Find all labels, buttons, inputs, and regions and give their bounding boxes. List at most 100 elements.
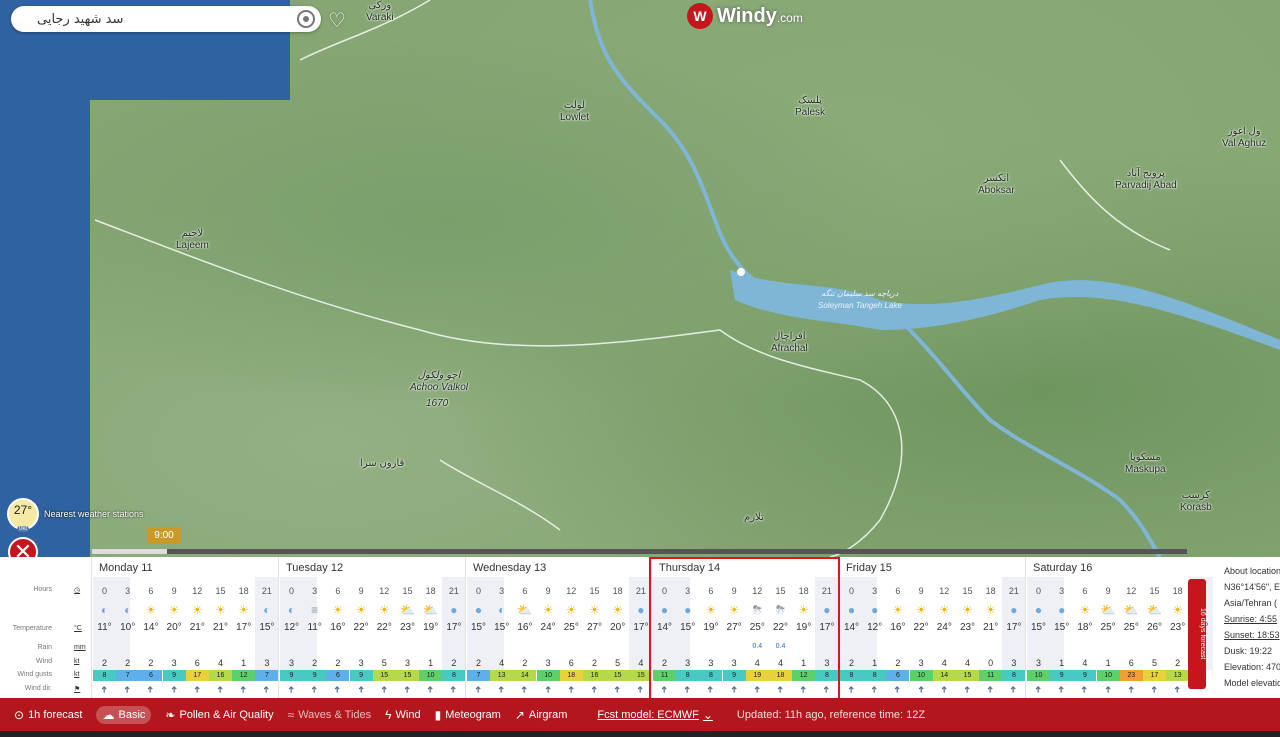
wind-cell: 3 <box>171 658 177 668</box>
search-box[interactable] <box>11 6 321 32</box>
waves-tab[interactable]: ≈ Waves & Tides <box>288 708 372 722</box>
wind-cell: 4 <box>754 658 760 668</box>
hour-cell: 21 <box>1008 586 1019 596</box>
wind-cell: 6 <box>1128 658 1134 668</box>
day-header[interactable]: Tuesday 12 <box>286 562 343 574</box>
rain-cell: 0.4 <box>752 643 763 650</box>
hour-cell: 6 <box>335 586 341 596</box>
wind-cell: 2 <box>451 658 457 668</box>
peak-label: اچو ولکول Achoo Valkol <box>410 370 468 393</box>
rain-cell: 0.4 <box>775 643 786 650</box>
temperature-cell: 22° <box>913 622 929 633</box>
wind-icon: ϟ <box>385 707 392 722</box>
about-title[interactable]: About location <box>1224 563 1280 579</box>
wind-cell: 3 <box>264 658 270 668</box>
hour-cell: 18 <box>238 586 249 596</box>
moon-cloud-icon: ◐ <box>498 603 506 617</box>
wind-cell: 2 <box>661 658 667 668</box>
forecast-table: Hours ◷ Temperature °C Rain mm Wind kt Wind … <box>0 557 1280 698</box>
temperature-cell: 27° <box>726 622 742 633</box>
about-coords: N36°14'56", E <box>1224 582 1280 592</box>
storm-icon: ⛈ <box>775 603 786 617</box>
temperature-cell: 27° <box>586 622 603 633</box>
chevron-down-icon: ⌄ <box>702 707 713 722</box>
about-model-elevation: Model elevation <box>1224 678 1280 688</box>
wind-cell: 4 <box>941 658 947 668</box>
day-header[interactable]: Monday 11 <box>99 562 153 574</box>
hour-cell: 9 <box>545 586 551 596</box>
nearest-stations-link[interactable]: Nearest weather stations <box>44 509 144 519</box>
locate-icon[interactable] <box>297 10 315 28</box>
sun-icon: ☀ <box>191 603 203 617</box>
hour-cell: 18 <box>985 586 996 596</box>
wind-cell: 2 <box>101 658 107 668</box>
temperature-cell: 14° <box>656 622 673 633</box>
sun-icon: ☀ <box>1172 603 1184 617</box>
forecast-model-dropdown[interactable]: Fcst model: ECMWF ⌄ <box>597 708 717 722</box>
sun-cloud-icon: ⛅ <box>1123 603 1139 617</box>
day-header[interactable]: Saturday 16 <box>1033 562 1092 574</box>
meteogram-tab[interactable]: ▮ Meteogram <box>435 708 501 722</box>
timeline-time-badge[interactable]: 9:00 <box>147 527 181 544</box>
hour-cell: 12 <box>379 586 390 596</box>
hour-cell: 12 <box>566 586 577 596</box>
wind-cell: 4 <box>964 658 970 668</box>
sun-icon: ☀ <box>332 603 344 617</box>
wind-cell: 4 <box>1082 658 1088 668</box>
day-separator <box>278 557 279 698</box>
temperature-cell: 19° <box>703 622 719 633</box>
hour-cell: 18 <box>425 586 436 596</box>
hour-cell: 12 <box>752 586 763 596</box>
day-header[interactable]: Friday 15 <box>846 562 892 574</box>
temperature-cell: 23° <box>399 622 416 633</box>
hour-cell: 12 <box>192 586 203 596</box>
hour-cell: 6 <box>148 586 154 596</box>
sun-icon: ☀ <box>238 603 250 617</box>
16-days-forecast-button[interactable]: 16 days forecast <box>1188 579 1206 689</box>
favorite-heart-icon[interactable]: ♡ <box>328 8 346 33</box>
airgram-tab[interactable]: ↗ Airgram <box>515 708 568 722</box>
timeline-slider[interactable] <box>92 549 1187 554</box>
hour-cell: 18 <box>612 586 623 596</box>
temperature-cell: 16° <box>890 622 906 633</box>
wind-cell: 3 <box>1011 658 1017 668</box>
sun-icon: ☀ <box>355 603 367 617</box>
temperature-cell: 22° <box>376 622 392 633</box>
hour-cell: 3 <box>1059 586 1065 596</box>
day-header[interactable]: Wednesday 13 <box>473 562 546 574</box>
wind-cell: 1 <box>1105 658 1111 668</box>
search-input[interactable] <box>11 6 281 32</box>
wind-cell: 3 <box>731 658 737 668</box>
basic-tab[interactable]: ☁ Basic <box>96 705 152 724</box>
toggle-icon: ⊙ <box>14 707 25 722</box>
temperature-bubble[interactable]: 27° 0kt <box>7 498 39 532</box>
hour-cell: 9 <box>1105 586 1111 596</box>
temperature-cell: 10° <box>120 622 136 633</box>
place-label: ورکی Varaki <box>366 0 394 23</box>
moon-icon: ● <box>847 603 856 617</box>
pollen-tab[interactable]: ❧ Pollen & Air Quality <box>165 708 273 722</box>
day-header[interactable]: Thursday 14 <box>659 562 720 574</box>
hour-cell: 6 <box>708 586 714 596</box>
temperature-cell: 23° <box>959 622 976 633</box>
lake-label: دریاچه سد سلیمان تنگه Soleyman Tangeh Lak… <box>818 289 902 310</box>
temperature-cell: 14° <box>843 622 860 633</box>
windy-logo[interactable]: W Windy.com <box>687 3 803 29</box>
moon-icon: ● <box>871 603 879 617</box>
1h-forecast-button[interactable]: ⊙ 1h forecast <box>14 708 82 722</box>
wind-cell: 5 <box>1151 658 1157 668</box>
wind-cell: 3 <box>824 658 830 668</box>
wind-cell: 2 <box>895 658 901 668</box>
hour-cell: 18 <box>1172 586 1183 596</box>
hour-cell: 0 <box>288 586 294 596</box>
hour-cell: 6 <box>1082 586 1088 596</box>
wind-tab[interactable]: ϟ Wind <box>385 708 420 722</box>
place-label: انکسر Aboksar <box>978 173 1015 196</box>
place-label: مسکوپا Maskupa <box>1125 452 1166 475</box>
river-and-lake <box>94 0 1280 557</box>
hour-cell: 9 <box>918 586 924 596</box>
peak-elevation: 1670 <box>426 398 449 409</box>
wind-cell: 2 <box>335 658 341 668</box>
sun-icon: ☀ <box>892 603 904 617</box>
map-view[interactable]: لولت Lowlet پلسک Palesk انکسر Aboksar پرویج… <box>0 0 1280 557</box>
